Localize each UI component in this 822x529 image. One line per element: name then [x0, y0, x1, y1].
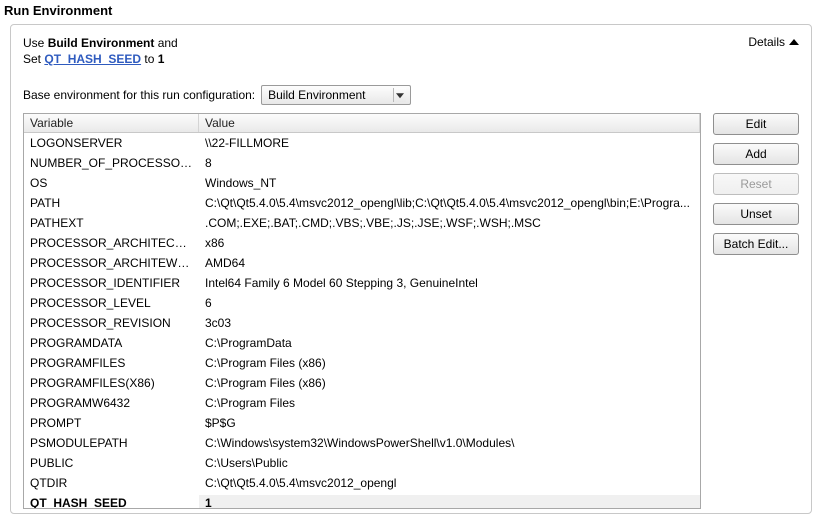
base-environment-combo[interactable]: Build Environment [261, 85, 411, 105]
cell-value: C:\Program Files (x86) [199, 355, 700, 371]
summary-value: 1 [158, 52, 165, 66]
cell-value: C:\ProgramData [199, 335, 700, 351]
table-row[interactable]: PATHEXT.COM;.EXE;.BAT;.CMD;.VBS;.VBE;.JS… [24, 213, 700, 233]
table-row[interactable]: PROGRAMW6432C:\Program Files [24, 393, 700, 413]
cell-value: C:\Windows\system32\WindowsPowerShell\v1… [199, 435, 700, 451]
reset-button: Reset [713, 173, 799, 195]
table-body[interactable]: LOGONSERVER\\22-FILLMORENUMBER_OF_PROCES… [24, 133, 700, 508]
cell-value: \\22-FILLMORE [199, 135, 700, 151]
qt-hash-seed-link[interactable]: QT_HASH_SEED [44, 52, 141, 66]
cell-variable: PSMODULEPATH [24, 435, 199, 451]
cell-variable: PROCESSOR_REVISION [24, 315, 199, 331]
chevron-down-icon [396, 93, 404, 98]
batch-edit-button[interactable]: Batch Edit... [713, 233, 799, 255]
column-header-value[interactable]: Value [199, 114, 700, 132]
cell-variable: QT_HASH_SEED [24, 495, 199, 508]
table-row[interactable]: PROCESSOR_ARCHITECTUREx86 [24, 233, 700, 253]
section-title: Run Environment [0, 0, 822, 24]
column-header-variable[interactable]: Variable [24, 114, 199, 132]
base-environment-label: Base environment for this run configurat… [23, 88, 255, 102]
details-toggle[interactable]: Details [748, 35, 799, 49]
run-environment-panel: Use Build Environment and Set QT_HASH_SE… [10, 24, 812, 514]
cell-variable: PUBLIC [24, 455, 199, 471]
button-column: Edit Add Reset Unset Batch Edit... [713, 113, 799, 509]
cell-variable: PROCESSOR_IDENTIFIER [24, 275, 199, 291]
cell-value: AMD64 [199, 255, 700, 271]
cell-variable: PROGRAMW6432 [24, 395, 199, 411]
table-row[interactable]: PUBLICC:\Users\Public [24, 453, 700, 473]
cell-variable: PROMPT [24, 415, 199, 431]
cell-variable: PROGRAMFILES(X86) [24, 375, 199, 391]
cell-value: .COM;.EXE;.BAT;.CMD;.VBS;.VBE;.JS;.JSE;.… [199, 215, 700, 231]
table-row[interactable]: PROGRAMFILESC:\Program Files (x86) [24, 353, 700, 373]
table-header: Variable Value [24, 114, 700, 133]
table-row[interactable]: LOGONSERVER\\22-FILLMORE [24, 133, 700, 153]
cell-variable: OS [24, 175, 199, 191]
cell-variable: LOGONSERVER [24, 135, 199, 151]
unset-button[interactable]: Unset [713, 203, 799, 225]
summary-bold: Build Environment [48, 36, 155, 50]
cell-value: C:\Qt\Qt5.4.0\5.4\msvc2012_opengl [199, 475, 700, 491]
cell-value: Windows_NT [199, 175, 700, 191]
cell-variable: PROCESSOR_LEVEL [24, 295, 199, 311]
cell-value: C:\Program Files (x86) [199, 375, 700, 391]
table-row[interactable]: PROCESSOR_ARCHITEW6432AMD64 [24, 253, 700, 273]
table-row[interactable]: PROGRAMDATAC:\ProgramData [24, 333, 700, 353]
cell-variable: QTDIR [24, 475, 199, 491]
table-row[interactable]: QTDIRC:\Qt\Qt5.4.0\5.4\msvc2012_opengl [24, 473, 700, 493]
cell-value: C:\Users\Public [199, 455, 700, 471]
add-button[interactable]: Add [713, 143, 799, 165]
cell-variable: PROGRAMDATA [24, 335, 199, 351]
table-row[interactable]: PROCESSOR_IDENTIFIERIntel64 Family 6 Mod… [24, 273, 700, 293]
summary-text: Set [23, 52, 44, 66]
combo-value: Build Environment [268, 88, 365, 102]
summary-text: Use [23, 36, 48, 50]
cell-variable: PROGRAMFILES [24, 355, 199, 371]
cell-variable: PROCESSOR_ARCHITECTURE [24, 235, 199, 251]
environment-table: Variable Value LOGONSERVER\\22-FILLMOREN… [23, 113, 701, 509]
cell-value: x86 [199, 235, 700, 251]
cell-variable: NUMBER_OF_PROCESSORS [24, 155, 199, 171]
table-row[interactable]: PROGRAMFILES(X86)C:\Program Files (x86) [24, 373, 700, 393]
table-row[interactable]: OSWindows_NT [24, 173, 700, 193]
table-row[interactable]: NUMBER_OF_PROCESSORS8 [24, 153, 700, 173]
table-row[interactable]: PATHC:\Qt\Qt5.4.0\5.4\msvc2012_opengl\li… [24, 193, 700, 213]
summary-text: to [141, 52, 158, 66]
cell-value: $P$G [199, 415, 700, 431]
summary-text: and [154, 36, 177, 50]
details-label: Details [748, 35, 785, 49]
cell-value: Intel64 Family 6 Model 60 Stepping 3, Ge… [199, 275, 700, 291]
cell-variable: PROCESSOR_ARCHITEW6432 [24, 255, 199, 271]
cell-value: 6 [199, 295, 700, 311]
cell-value: C:\Qt\Qt5.4.0\5.4\msvc2012_opengl\lib;C:… [199, 195, 700, 211]
chevron-up-icon [789, 37, 799, 47]
table-row[interactable]: PROCESSOR_LEVEL6 [24, 293, 700, 313]
table-row[interactable]: PROCESSOR_REVISION3c03 [24, 313, 700, 333]
table-row[interactable]: PROMPT$P$G [24, 413, 700, 433]
cell-variable: PATHEXT [24, 215, 199, 231]
cell-value: 3c03 [199, 315, 700, 331]
environment-summary: Use Build Environment and Set QT_HASH_SE… [23, 35, 178, 67]
cell-value: 1 [199, 495, 700, 508]
cell-value: C:\Program Files [199, 395, 700, 411]
cell-variable: PATH [24, 195, 199, 211]
table-row[interactable]: PSMODULEPATHC:\Windows\system32\WindowsP… [24, 433, 700, 453]
cell-value: 8 [199, 155, 700, 171]
edit-button[interactable]: Edit [713, 113, 799, 135]
table-row[interactable]: QT_HASH_SEED1 [24, 493, 700, 508]
